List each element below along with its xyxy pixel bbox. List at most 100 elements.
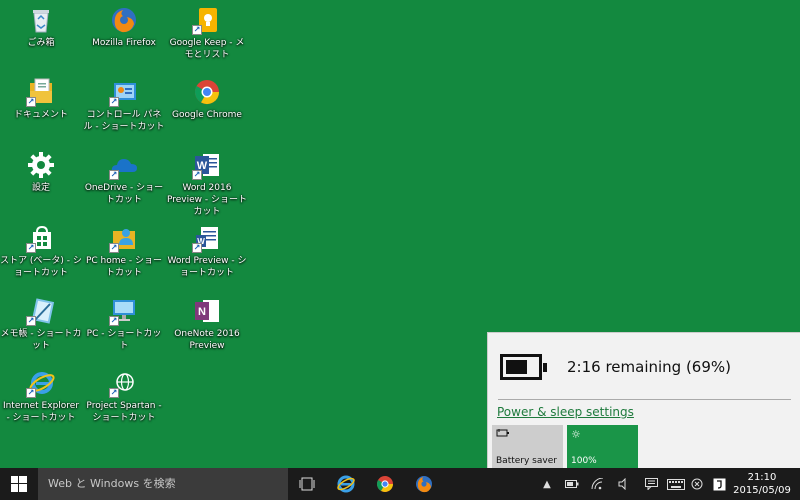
task-view-button[interactable] (288, 468, 326, 500)
google-keep-icon: ↗ (192, 5, 222, 35)
battery-icon (565, 480, 579, 488)
desktop-icon-label: Word Preview - ショートカット (167, 256, 247, 278)
desktop-icon-recycle-bin[interactable]: ごみ箱 (0, 5, 82, 49)
divider (498, 399, 791, 400)
tray-close-button[interactable] (688, 468, 706, 500)
battery-flyout: 2:16 remaining (69%) Power & sleep setti… (487, 332, 800, 469)
globe-icon: ↗ (109, 368, 139, 398)
desktop-icon-project-spartan[interactable]: ↗ Project Spartan - ショートカット (83, 368, 165, 424)
shortcut-arrow-icon: ↗ (109, 316, 119, 326)
shortcut-arrow-icon: ↗ (109, 97, 119, 107)
desktop-icon-internet-explorer[interactable]: ↗ Internet Explorer - ショートカット (0, 368, 82, 424)
pc-monitor-icon: ↗ (109, 296, 139, 326)
tray-ime-button[interactable] (709, 468, 729, 500)
shortcut-arrow-icon: ↗ (26, 316, 36, 326)
desktop-icon-label: Mozilla Firefox (92, 38, 156, 48)
battery-saver-label: Battery saver (496, 456, 557, 466)
shortcut-arrow-icon: ↗ (26, 388, 36, 398)
close-circle-icon (691, 478, 703, 490)
desktop-icon-label: PC home - ショートカット (85, 256, 163, 278)
search-box[interactable]: Web と Windows を検索 (38, 468, 288, 500)
desktop-icon-label: Google Keep - メモとリスト (169, 38, 245, 60)
word-icon: W ↗ (192, 150, 222, 180)
tray-keyboard-button[interactable] (664, 468, 688, 500)
desktop-icon-label: ストア (ベータ) - ショートカット (0, 256, 82, 278)
desktop-icon-google-chrome[interactable]: Google Chrome (166, 77, 248, 121)
battery-saver-icon (496, 428, 559, 444)
start-button[interactable] (0, 468, 38, 500)
notification-icon (644, 478, 658, 490)
clock-time: 21:10 (747, 472, 777, 483)
clock[interactable]: 21:10 2015/05/09 (732, 471, 792, 497)
taskbar-chrome-button[interactable] (366, 468, 404, 500)
tray-volume-button[interactable] (613, 468, 633, 500)
task-view-icon (299, 477, 315, 491)
gear-icon (26, 150, 56, 180)
desktop-icon-label: OneNote 2016 Preview (174, 329, 240, 351)
shortcut-arrow-icon: ↗ (26, 97, 36, 107)
recycle-bin-icon (26, 5, 56, 35)
keyboard-icon (667, 478, 685, 490)
volume-icon (618, 478, 626, 490)
svg-text:N: N (198, 306, 206, 318)
desktop-icon-pc-home[interactable]: ↗ PC home - ショートカット (83, 223, 165, 279)
onenote-icon: N (192, 296, 222, 326)
battery-saver-tile[interactable]: Battery saver (492, 425, 563, 469)
desktop-icon-label: Project Spartan - ショートカット (86, 401, 162, 423)
desktop-icon-label: PC - ショートカット (86, 329, 162, 351)
chrome-icon (377, 476, 393, 492)
desktop-icon-google-keep[interactable]: ↗ Google Keep - メモとリスト (166, 5, 248, 61)
show-hidden-icons-button[interactable]: ▲ (538, 468, 556, 500)
desktop-icon-control-panel[interactable]: ↗ コントロール パネル - ショートカット (83, 77, 165, 133)
brightness-tile[interactable]: ☼ 100% (567, 425, 638, 469)
brightness-label: 100% (571, 456, 597, 466)
clock-date: 2015/05/09 (733, 485, 791, 496)
desktop-icon-word-preview[interactable]: W ↗ Word Preview - ショートカット (166, 223, 248, 279)
notepad-icon: ↗ (26, 296, 56, 326)
windows-logo-icon (11, 476, 27, 492)
desktop-icon-label: Internet Explorer - ショートカット (2, 401, 80, 423)
control-panel-icon: ↗ (109, 77, 139, 107)
battery-icon (500, 354, 547, 380)
tray-battery-button[interactable] (562, 468, 582, 500)
edge-icon (337, 475, 355, 493)
desktop-icon-notepad[interactable]: ↗ メモ帳 - ショートカット (0, 296, 82, 352)
desktop-icon-label: ごみ箱 (27, 38, 55, 48)
shortcut-arrow-icon: ↗ (109, 388, 119, 398)
taskbar: Web と Windows を検索 ▲ 21:10 2015/05/09 (0, 468, 800, 500)
desktop-icon-label: Word 2016 Preview - ショートカット (166, 183, 247, 217)
chrome-icon (192, 77, 222, 107)
ime-icon (713, 478, 725, 490)
chevron-up-icon: ▲ (543, 478, 551, 490)
battery-remaining-text: 2:16 remaining (69%) (567, 358, 732, 376)
firefox-icon (416, 476, 432, 493)
shortcut-arrow-icon: ↗ (109, 170, 119, 180)
desktop-icon-onedrive[interactable]: ↗ OneDrive - ショートカット (83, 150, 165, 206)
desktop-icon-label: Google Chrome (172, 110, 242, 120)
power-sleep-settings-link[interactable]: Power & sleep settings (497, 405, 634, 419)
pc-home-folder-icon: ↗ (109, 223, 139, 253)
desktop-icon-documents[interactable]: ↗ ドキュメント (0, 77, 82, 121)
shortcut-arrow-icon: ↗ (192, 25, 202, 35)
tray-action-center-button[interactable] (640, 468, 662, 500)
onedrive-cloud-icon: ↗ (109, 150, 139, 180)
shortcut-arrow-icon: ↗ (26, 243, 36, 253)
firefox-icon (109, 5, 139, 35)
taskbar-firefox-button[interactable] (405, 468, 443, 500)
internet-explorer-icon: ↗ (26, 368, 56, 398)
desktop-icon-firefox[interactable]: Mozilla Firefox (83, 5, 165, 49)
desktop-icon-settings[interactable]: 設定 (0, 150, 82, 194)
desktop-icon-label: ドキュメント (13, 110, 68, 120)
shortcut-arrow-icon: ↗ (109, 243, 119, 253)
shortcut-arrow-icon: ↗ (192, 170, 202, 180)
desktop-icon-word-2016[interactable]: W ↗ Word 2016 Preview - ショートカット (166, 150, 248, 218)
desktop-icon-pc[interactable]: ↗ PC - ショートカット (83, 296, 165, 352)
taskbar-edge-button[interactable] (327, 468, 365, 500)
shortcut-arrow-icon: ↗ (192, 243, 202, 253)
desktop-icon-label: メモ帳 - ショートカット (0, 329, 82, 351)
store-icon: ↗ (26, 223, 56, 253)
desktop-icon-onenote[interactable]: N OneNote 2016 Preview (166, 296, 248, 352)
desktop-icon-label: コントロール パネル - ショートカット (83, 110, 165, 132)
desktop-icon-store[interactable]: ↗ ストア (ベータ) - ショートカット (0, 223, 82, 279)
tray-wifi-button[interactable] (588, 468, 608, 500)
